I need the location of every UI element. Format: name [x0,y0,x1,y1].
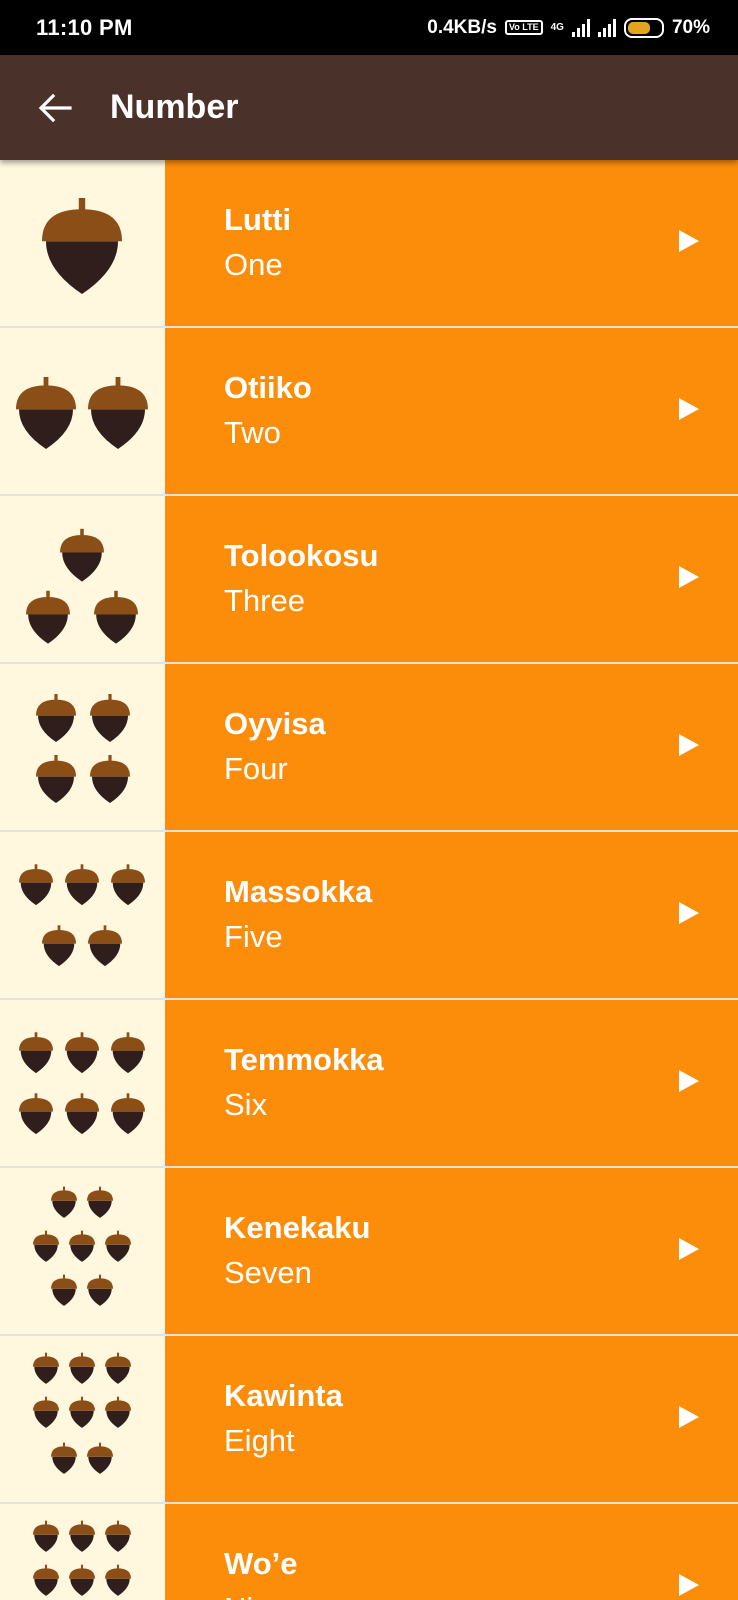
list-item[interactable]: Kenekaku Seven [0,1168,738,1336]
item-body: Otiiko Two [165,328,738,494]
item-word: Lutti [224,202,292,237]
list-item[interactable]: Massokka Five [0,832,738,1000]
list-item[interactable]: Oyyisa Four [0,664,738,832]
list-item[interactable]: Tolookosu Three [0,496,738,664]
play-icon[interactable] [674,227,702,260]
acorn-icon [33,1186,131,1306]
item-body: Oyyisa Four [165,664,738,830]
play-icon-shape [679,1069,699,1092]
back-button[interactable] [0,55,110,160]
acorn-count-image [0,1168,165,1334]
item-text: Lutti One [224,198,291,288]
item-translation: Two [224,415,281,450]
item-text: Otiiko Two [224,366,312,456]
signal-strength-icon-2 [597,18,616,37]
play-icon[interactable] [674,395,702,428]
play-icon-shape [679,229,699,252]
item-body: Massokka Five [165,832,738,998]
item-word: Kenekaku [224,1210,371,1245]
volte-icon: Vo LTE [504,20,543,35]
battery-icon [623,17,664,38]
acorn-count-image [0,832,165,998]
item-body: Kawinta Eight [165,1336,738,1502]
play-icon-shape [679,1237,699,1260]
item-text: Kawinta Eight [224,1374,343,1464]
acorn-count-image [0,1000,165,1166]
item-translation: Seven [224,1255,312,1290]
acorn-icon [16,377,148,449]
item-text: Kenekaku Seven [224,1206,370,1296]
list-item[interactable]: Otiiko Two [0,328,738,496]
play-icon[interactable] [674,1067,702,1100]
arrow-left-icon [38,93,72,122]
battery-fill [627,21,651,34]
play-icon[interactable] [674,1403,702,1436]
battery-level: 70% [671,16,710,38]
item-body: Wo’e Nine [165,1504,738,1600]
signal-strength-icon [571,18,590,37]
item-word: Otiiko [224,370,312,405]
acorn-count-image [0,664,165,830]
app-screen: 11:10 PM 0.4KB/s Vo LTE 4G 70% Number Lu… [0,0,738,1600]
item-translation: Six [224,1087,268,1122]
item-translation: One [224,247,283,282]
item-word: Temmokka [224,1042,384,1077]
acorn-icon [19,864,145,967]
play-icon[interactable] [674,1235,702,1268]
network-speed: 0.4KB/s [427,16,497,38]
play-icon-shape [679,397,699,420]
play-icon[interactable] [674,899,702,932]
play-icon[interactable] [674,563,702,596]
acorn-icon [33,1520,131,1596]
network-type: 4G [550,21,564,33]
status-indicators: 0.4KB/s Vo LTE 4G 70% [427,17,710,39]
acorn-count-image [0,1504,165,1600]
item-text: Massokka Five [224,870,372,960]
item-body: Temmokka Six [165,1000,738,1166]
list-item[interactable]: Wo’e Nine [0,1504,738,1600]
item-translation: Eight [224,1423,295,1458]
play-icon[interactable] [674,731,702,764]
number-list: Lutti One Otiiko Two Tolookosu Three Oyyisa Fou… [0,160,738,1600]
status-bar: 11:10 PM 0.4KB/s Vo LTE 4G 70% [0,0,738,55]
play-icon-shape [679,901,699,924]
item-text: Oyyisa Four [224,702,326,792]
play-icon-shape [679,733,699,756]
item-word: Massokka [224,874,373,909]
acorn-count-image [0,160,165,326]
item-body: Lutti One [165,160,738,326]
item-translation: Three [224,583,305,618]
acorn-icon [42,198,122,294]
item-text: Temmokka Six [224,1038,384,1128]
item-body: Kenekaku Seven [165,1168,738,1334]
item-word: Tolookosu [224,538,379,573]
status-time: 11:10 PM [36,14,133,40]
page-title: Number [110,88,239,126]
item-text: Wo’e Nine [224,1542,298,1600]
acorn-count-image [0,496,165,662]
item-word: Oyyisa [224,706,326,741]
app-bar: Number [0,55,738,160]
acorn-icon [26,528,138,644]
item-text: Tolookosu Three [224,534,378,624]
item-body: Tolookosu Three [165,496,738,662]
item-translation: Four [224,751,288,786]
item-translation: Nine [224,1586,298,1600]
item-translation: Five [224,919,283,954]
acorn-count-image [0,1336,165,1502]
list-item[interactable]: Temmokka Six [0,1000,738,1168]
play-icon-shape [679,1405,699,1428]
item-word: Wo’e [224,1546,298,1581]
acorn-icon [33,1352,131,1474]
item-word: Kawinta [224,1378,343,1413]
acorn-icon [36,694,130,803]
list-item[interactable]: Kawinta Eight [0,1336,738,1504]
acorn-icon [19,1032,145,1135]
acorn-count-image [0,328,165,494]
play-icon[interactable] [674,1571,702,1600]
play-icon-shape [679,565,699,588]
list-item[interactable]: Lutti One [0,160,738,328]
play-icon-shape [679,1573,699,1596]
